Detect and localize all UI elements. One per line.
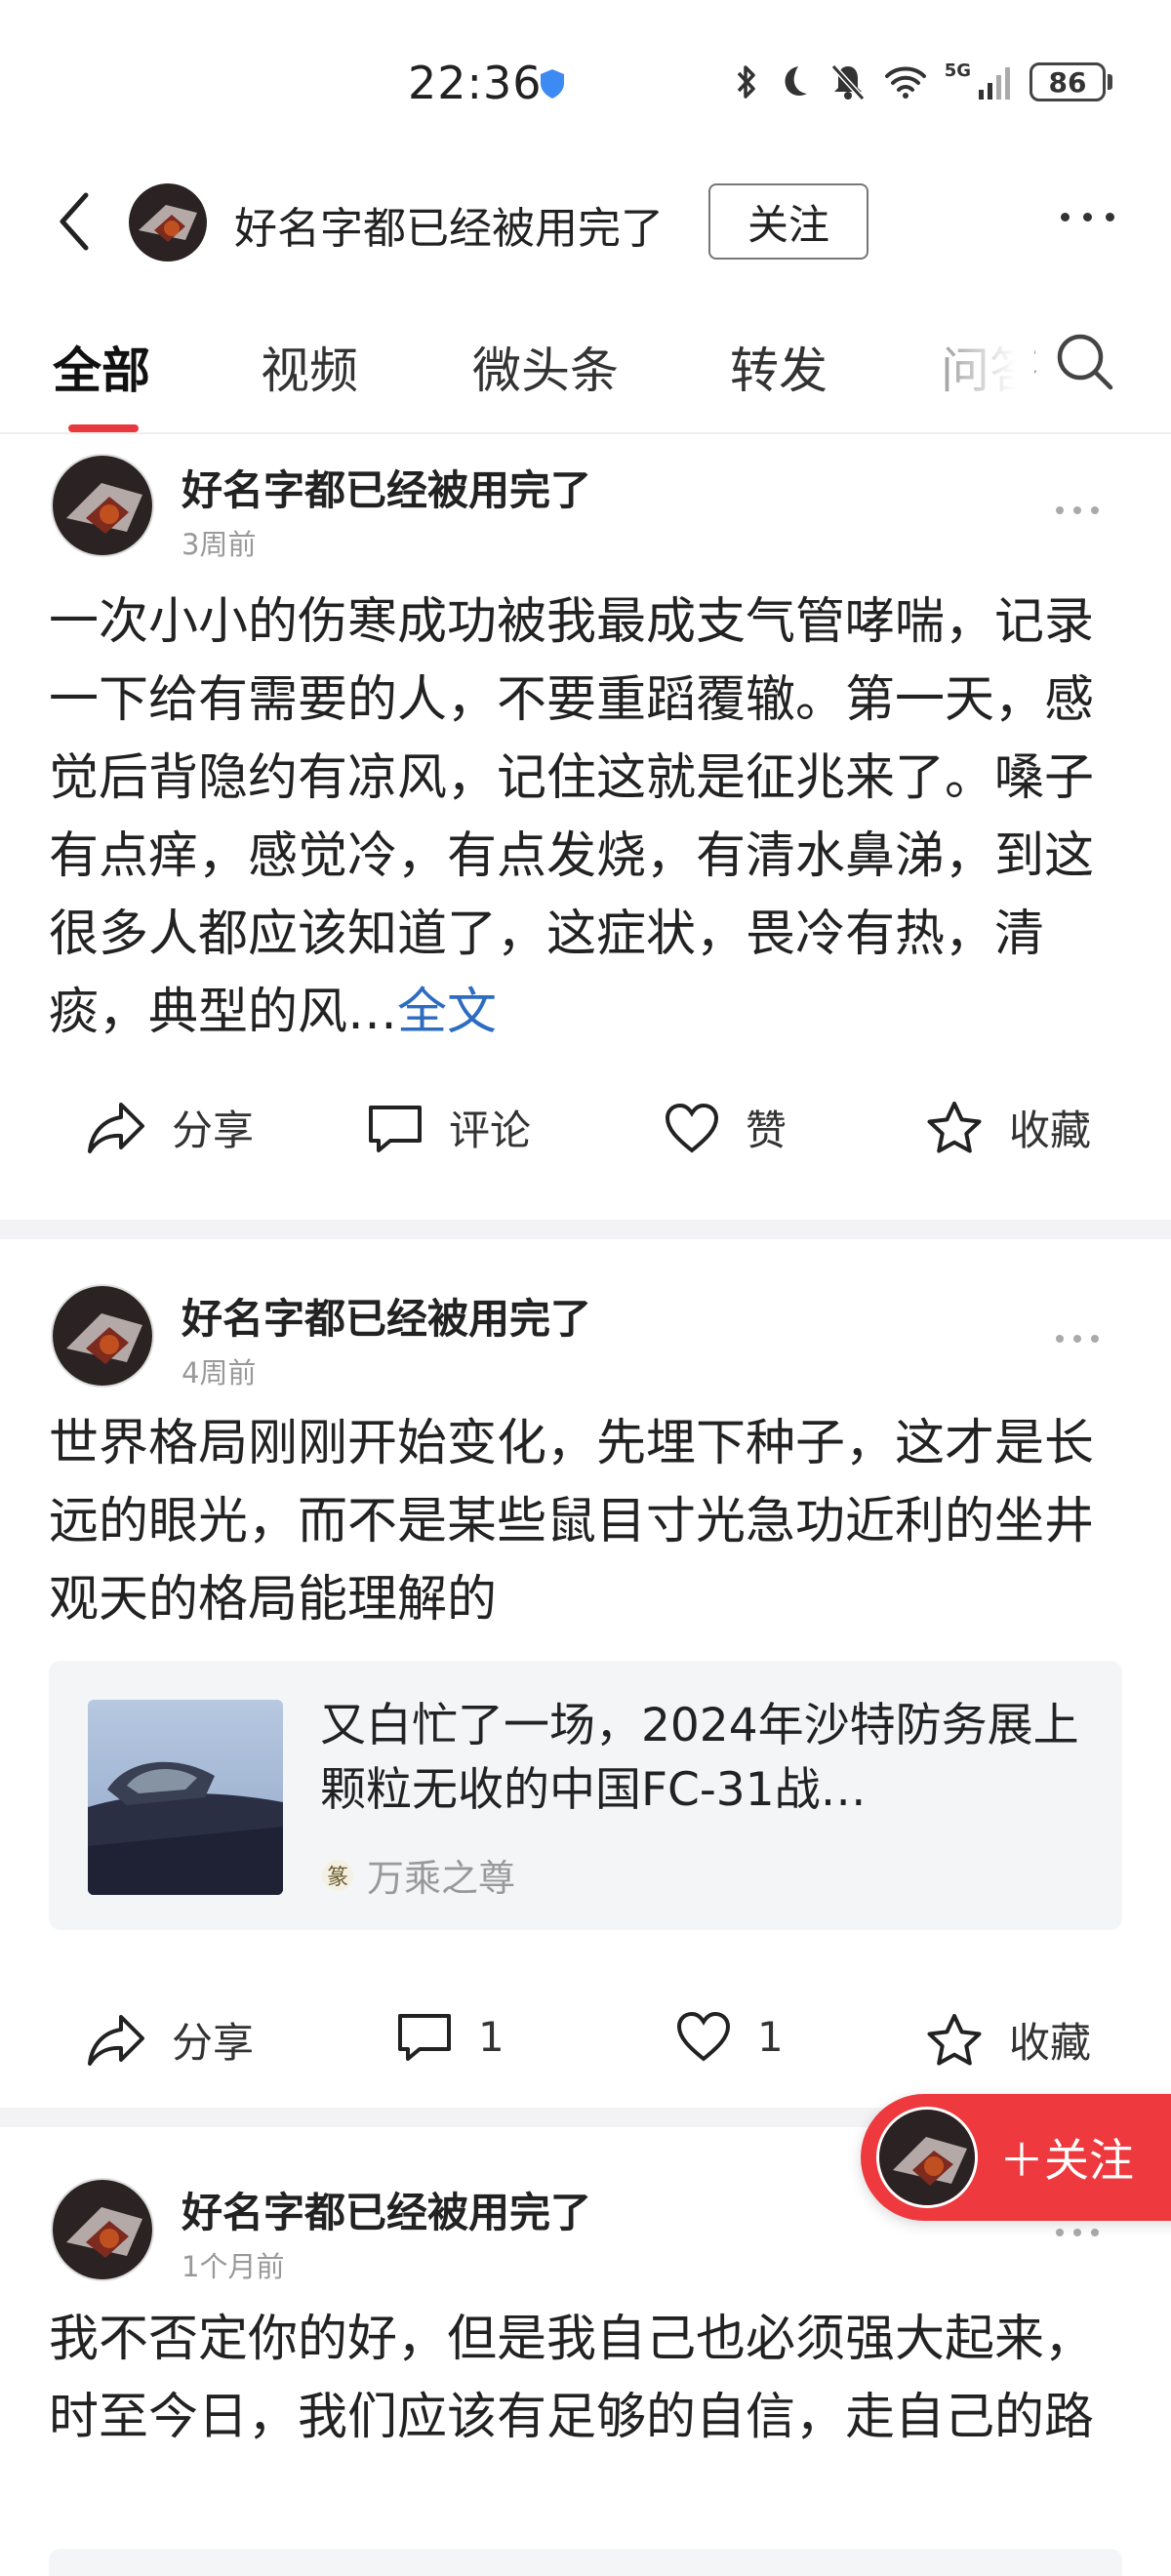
post-actions: 分享 1 1 收藏 bbox=[0, 2010, 1171, 2098]
signal-icon bbox=[979, 67, 1010, 100]
post-author[interactable]: 好名字都已经被用完了 bbox=[182, 458, 591, 517]
follow-button[interactable]: 关注 bbox=[708, 183, 868, 260]
collect-button[interactable]: 收藏 bbox=[925, 2010, 1091, 2070]
profile-name: 好名字都已经被用完了 bbox=[234, 204, 664, 254]
mute-bell-icon bbox=[830, 63, 865, 101]
moon-icon bbox=[785, 66, 807, 96]
heart-icon bbox=[665, 1103, 719, 1153]
active-tab-indicator bbox=[68, 424, 139, 432]
content-tabs: 全部 视频 微头条 转发 问答 bbox=[0, 307, 1171, 434]
heart-icon bbox=[676, 2011, 731, 2062]
avatar[interactable] bbox=[51, 1284, 154, 1388]
comment-label: 评论 bbox=[449, 1107, 532, 1154]
floating-follow-label: ＋关注 bbox=[999, 2134, 1134, 2187]
linked-article-card[interactable] bbox=[49, 2549, 1122, 2576]
post-text-body: 一次小小的伤寒成功被我最成支气管哮喘，记录一下给有需要的人，不要重蹈覆辙。第一天… bbox=[49, 593, 1095, 1041]
article-title: 又白忙了一场，2024年沙特防务展上颗粒无收的中国FC-31战… bbox=[320, 1699, 1079, 1817]
comment-button[interactable]: 评论 bbox=[367, 1098, 531, 1157]
post-author[interactable]: 好名字都已经被用完了 bbox=[182, 2180, 591, 2239]
post-text[interactable]: 我不否定你的好，但是我自己也必须强大起来，时至今日，我们应该有足够的自信，走自己… bbox=[49, 2301, 1122, 2457]
avatar[interactable] bbox=[51, 454, 154, 557]
like-button[interactable]: 赞 bbox=[664, 1098, 787, 1157]
avatar[interactable] bbox=[51, 2178, 154, 2281]
article-thumbnail bbox=[88, 1700, 283, 1895]
share-button[interactable]: 分享 bbox=[86, 1098, 254, 1157]
post-item[interactable]: 好名字都已经被用完了 3周前 一次小小的伤寒成功被我最成支气管哮喘，记录一下给有… bbox=[0, 434, 1171, 1225]
post-more-icon[interactable] bbox=[1056, 2229, 1099, 2236]
like-button[interactable]: 1 bbox=[675, 2010, 784, 2063]
source-logo-icon: 篆 bbox=[322, 1859, 353, 1891]
divider bbox=[0, 1220, 1171, 1239]
status-bar: 22:36 5G 86 bbox=[0, 0, 1171, 166]
full-text-link[interactable]: 全文 bbox=[397, 984, 497, 1041]
share-icon bbox=[88, 2014, 144, 2066]
comment-button[interactable]: 1 bbox=[396, 2010, 505, 2063]
profile-header: 好名字都已经被用完了 关注 bbox=[0, 166, 1171, 278]
status-time: 22:36 bbox=[408, 57, 543, 109]
share-label: 分享 bbox=[172, 1107, 255, 1154]
linked-article-card[interactable]: 又白忙了一场，2024年沙特防务展上颗粒无收的中国FC-31战… 篆 万乘之尊 bbox=[49, 1661, 1122, 1930]
bluetooth-icon bbox=[737, 65, 755, 99]
star-icon bbox=[927, 2013, 982, 2065]
collect-label: 收藏 bbox=[1009, 2019, 1092, 2067]
tab-video[interactable]: 视频 bbox=[261, 332, 358, 402]
comment-count: 1 bbox=[478, 2012, 505, 2061]
status-icons: 5G 86 bbox=[734, 60, 1112, 101]
back-arrow-icon[interactable] bbox=[51, 187, 100, 256]
post-more-icon[interactable] bbox=[1056, 506, 1099, 514]
post-time: 4周前 bbox=[182, 1356, 257, 1389]
article-source: 篆 万乘之尊 bbox=[322, 1848, 515, 1902]
star-icon bbox=[927, 1101, 982, 1152]
tab-all[interactable]: 全部 bbox=[53, 332, 150, 402]
post-time: 1个月前 bbox=[182, 2250, 285, 2283]
post-text[interactable]: 世界格局刚刚开始变化，先埋下种子，这才是长远的眼光，而不是某些鼠目寸光急功近利的… bbox=[49, 1405, 1122, 1639]
collect-label: 收藏 bbox=[1009, 1107, 1092, 1154]
tab-repost[interactable]: 转发 bbox=[730, 332, 828, 402]
tab-micro-headline[interactable]: 微头条 bbox=[472, 332, 619, 402]
comment-icon bbox=[369, 1105, 422, 1152]
share-icon bbox=[88, 1102, 144, 1153]
header-avatar[interactable] bbox=[129, 183, 207, 262]
like-count: 1 bbox=[757, 2012, 784, 2061]
share-button[interactable]: 分享 bbox=[86, 2010, 254, 2070]
battery-icon: 86 bbox=[1030, 62, 1112, 101]
post-actions: 分享 评论 赞 收藏 bbox=[0, 1098, 1171, 1186]
more-options-icon[interactable] bbox=[1061, 213, 1114, 221]
floating-follow-button[interactable]: ＋关注 bbox=[861, 2094, 1171, 2221]
post-time: 3周前 bbox=[182, 528, 257, 561]
avatar bbox=[876, 2107, 978, 2208]
collect-button[interactable]: 收藏 bbox=[925, 1098, 1091, 1157]
shield-icon bbox=[541, 69, 564, 99]
post-author[interactable]: 好名字都已经被用完了 bbox=[182, 1286, 591, 1346]
tab-fade bbox=[937, 322, 1034, 400]
post-item[interactable]: 好名字都已经被用完了 4周前 世界格局刚刚开始变化，先埋下种子，这才是长远的眼光… bbox=[0, 1259, 1171, 2098]
article-source-name: 万乘之尊 bbox=[367, 1857, 516, 1900]
network-type-label: 5G bbox=[944, 60, 971, 81]
like-label: 赞 bbox=[746, 1107, 787, 1154]
share-label: 分享 bbox=[172, 2019, 255, 2067]
search-icon[interactable] bbox=[1054, 331, 1114, 391]
battery-level: 86 bbox=[1030, 62, 1106, 101]
comment-icon bbox=[398, 2014, 451, 2061]
post-more-icon[interactable] bbox=[1056, 1335, 1099, 1343]
wifi-icon bbox=[884, 66, 926, 99]
post-text[interactable]: 一次小小的伤寒成功被我最成支气管哮喘，记录一下给有需要的人，不要重蹈覆辙。第一天… bbox=[49, 584, 1122, 1052]
